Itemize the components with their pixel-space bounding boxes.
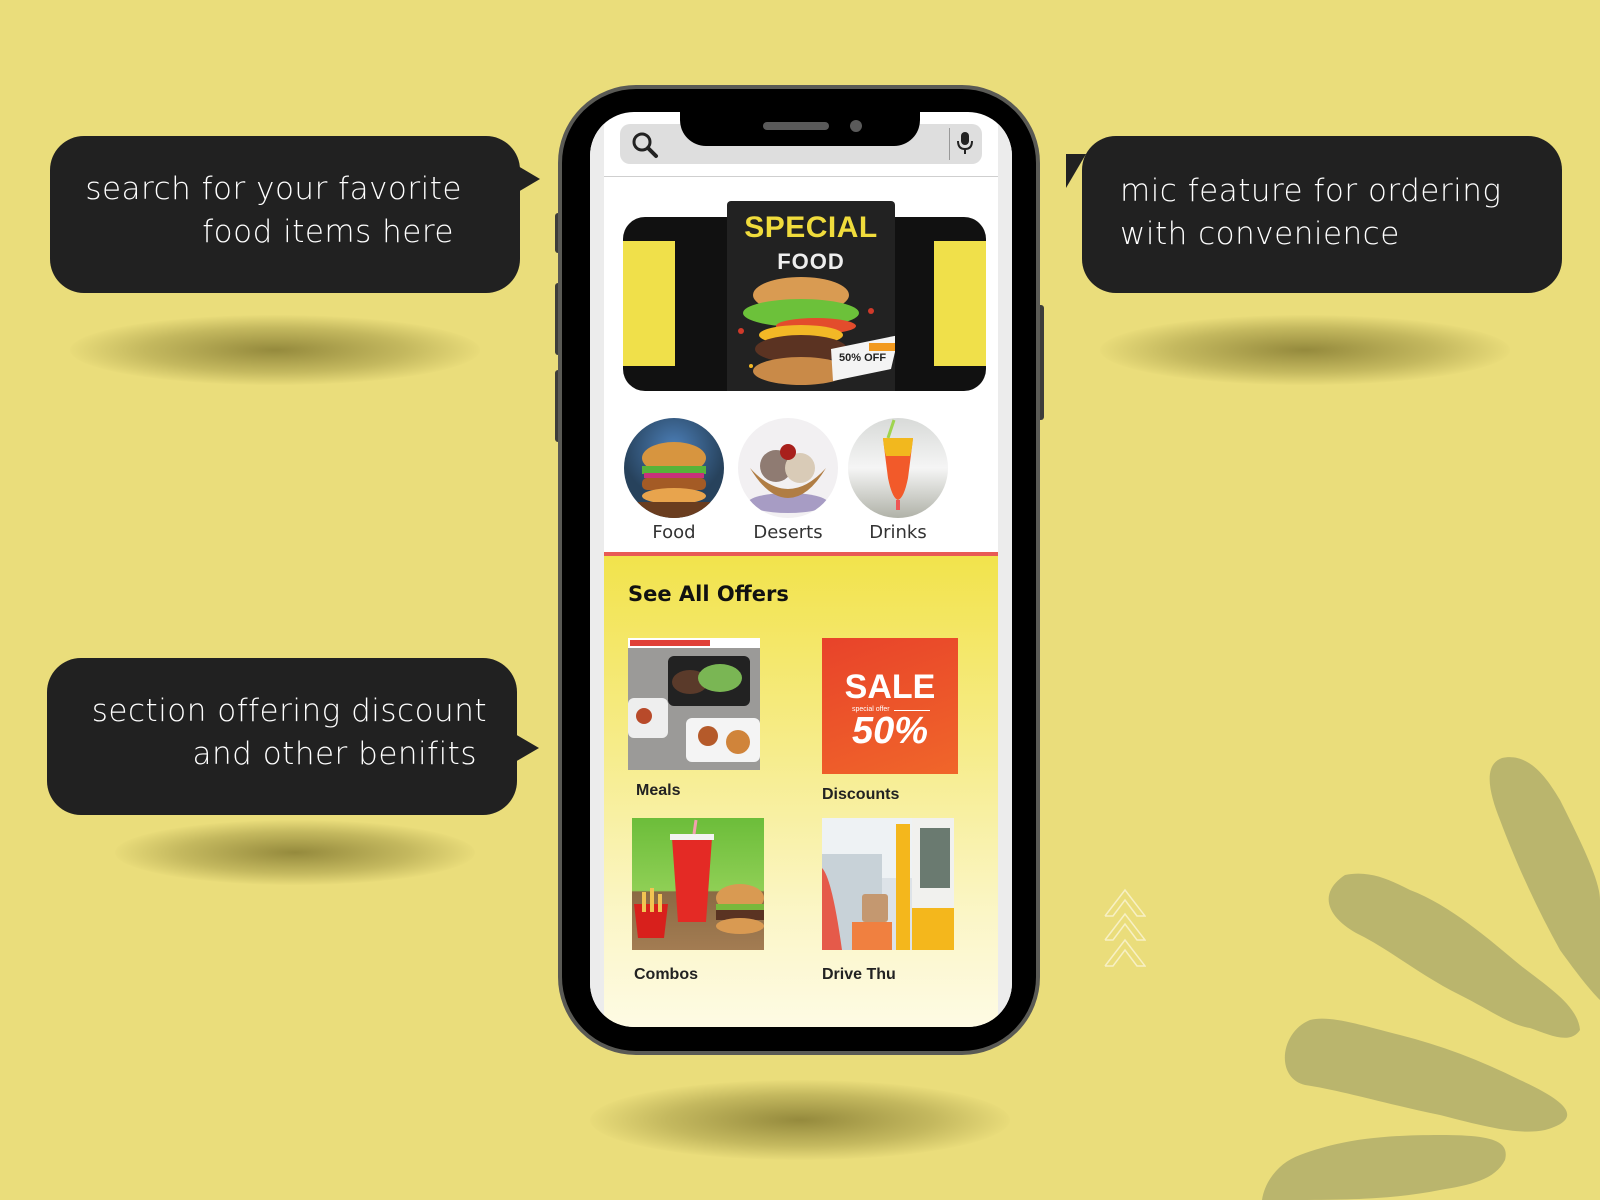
burger-image: 50% OFF (738, 277, 895, 385)
special-food-banner[interactable]: SPECIAL FOOD 50% OFF (623, 201, 986, 391)
offers-callout-bubble: section offering discount and other beni… (47, 658, 539, 815)
callout-line: section offering discount (91, 693, 487, 729)
bubble-shadow (1100, 315, 1510, 385)
category-label: Deserts (753, 522, 823, 543)
scroll-up-chevrons-icon (1104, 888, 1146, 967)
offers-section: See All Offers Meals SALE special offer … (604, 556, 998, 1027)
category-deserts[interactable]: Deserts (738, 418, 838, 543)
phone-shadow (590, 1080, 1010, 1160)
banner-poster: SPECIAL FOOD 50% OFF (727, 201, 895, 391)
banner-title: SPECIAL (744, 211, 878, 244)
search-callout-bubble: search for your favorite food items here (50, 136, 540, 293)
offer-meals-image[interactable] (628, 638, 760, 770)
bubble-shadow (115, 820, 475, 885)
search-icon[interactable] (630, 130, 660, 160)
phone-camera (850, 120, 862, 132)
screen-edge (590, 112, 604, 1027)
burger-image (624, 418, 724, 518)
app-screen: SPECIAL FOOD 50% OFF Food Deserts Drinks… (590, 112, 1012, 1027)
offer-drive-thru-image[interactable] (822, 818, 954, 950)
offer-label[interactable]: Combos (634, 966, 698, 984)
callout-tail (518, 166, 540, 192)
callout-line: search for your favorite (85, 171, 462, 207)
sale-percent: 50% (851, 710, 929, 752)
offer-label[interactable]: Drive Thu (822, 966, 896, 984)
sale-text: SALE (844, 668, 936, 706)
ice-cream-image (738, 418, 838, 518)
cocktail-image (848, 418, 948, 518)
banner-yellow-strip (934, 241, 986, 366)
header-divider (604, 176, 998, 177)
category-label: Drinks (869, 522, 927, 543)
callout-line: and other benifits (192, 736, 477, 772)
phone-notch (680, 112, 920, 146)
callout-tail (1066, 154, 1086, 188)
phone-speaker (763, 122, 829, 130)
callout-line: food items here (202, 214, 454, 250)
offer-combos-image[interactable] (632, 818, 764, 950)
banner-yellow-strip (623, 241, 675, 366)
mic-icon[interactable] (954, 130, 976, 156)
offer-label[interactable]: Discounts (822, 786, 899, 804)
offer-discounts-image[interactable]: SALE special offer 50% (822, 638, 958, 774)
offer-label[interactable]: Meals (636, 782, 680, 800)
callout-line: mic feature for ordering (1120, 173, 1502, 209)
screen-edge (998, 112, 1012, 1027)
callout-line: with convenience (1120, 216, 1400, 252)
category-label: Food (652, 522, 696, 543)
category-food[interactable]: Food (624, 418, 724, 543)
callout-tail (515, 734, 539, 762)
search-divider (949, 128, 950, 160)
mic-callout-bubble: mic feature for ordering with convenienc… (1066, 136, 1562, 293)
banner-discount-badge: 50% OFF (839, 352, 886, 364)
category-drinks[interactable]: Drinks (848, 418, 948, 543)
bubble-shadow (70, 315, 480, 385)
offers-title[interactable]: See All Offers (628, 582, 789, 606)
